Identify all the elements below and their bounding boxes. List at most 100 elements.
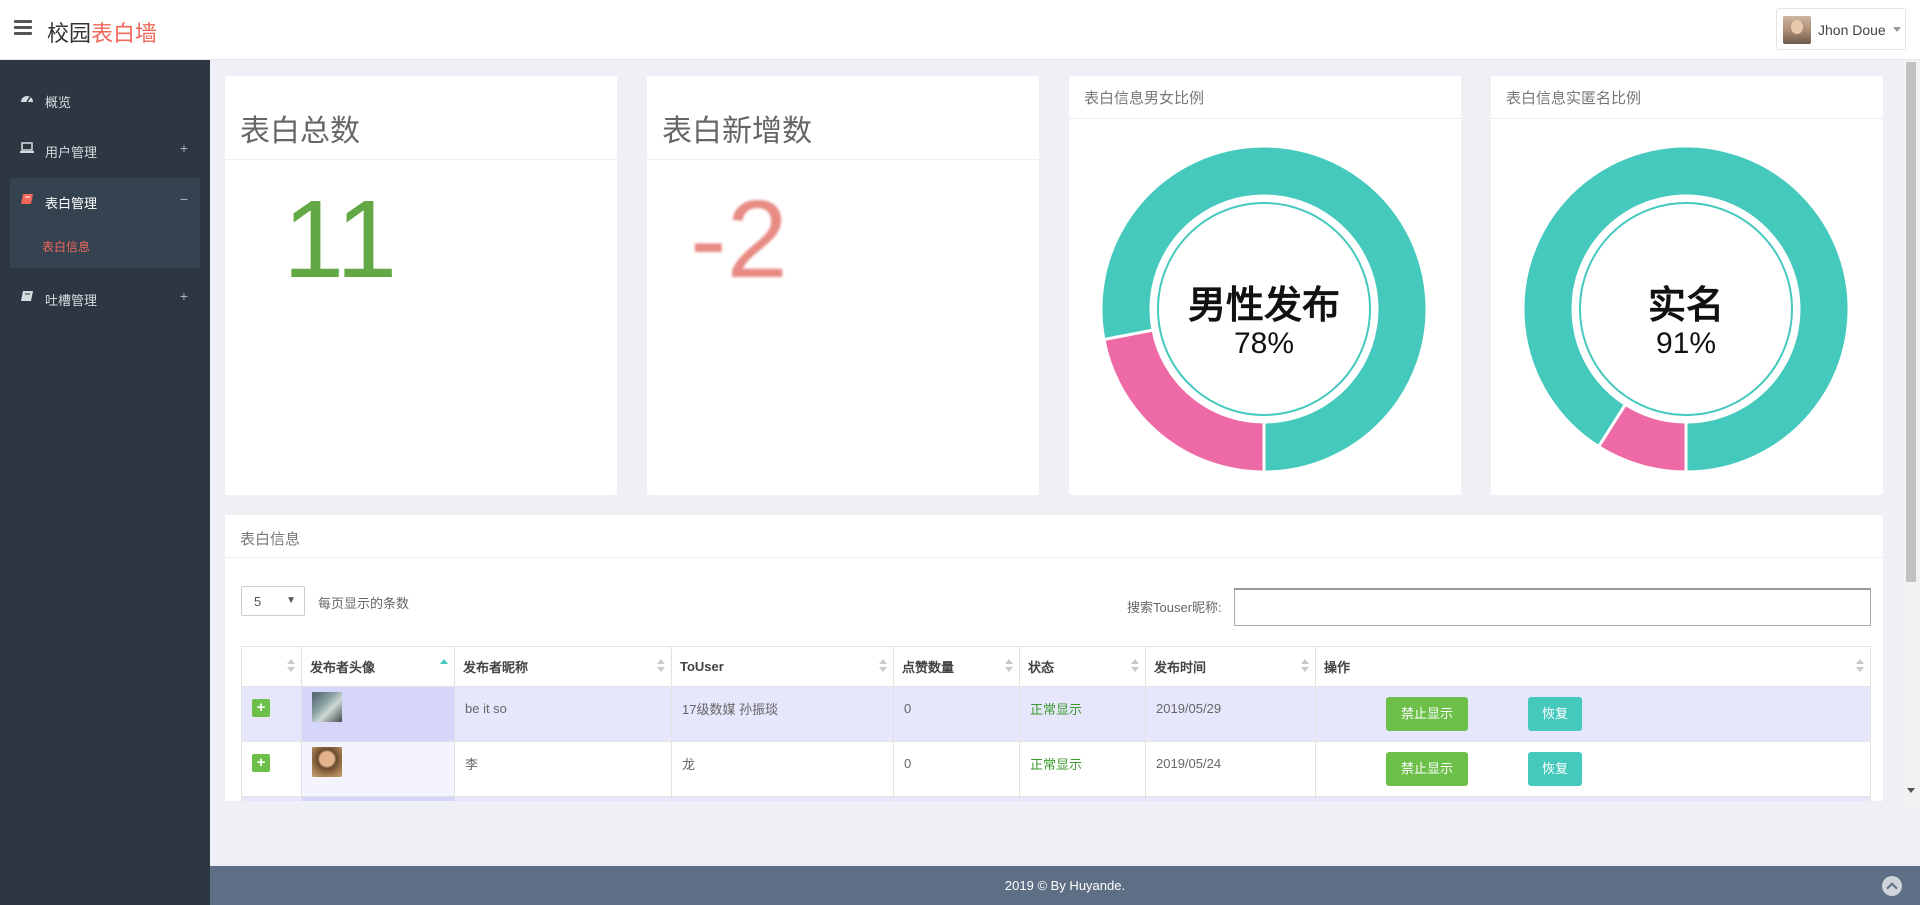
column-header-expand[interactable] (241, 646, 302, 687)
sidebar-item-label: 吐槽管理 (45, 293, 98, 308)
status-badge: 正常显示 (1030, 756, 1083, 772)
likes-cell: 0 (893, 686, 1020, 742)
chevron-down-icon: ▼ (286, 595, 296, 606)
sidebar-item-overview[interactable]: 概览 (10, 79, 200, 119)
sort-icon (1131, 659, 1139, 673)
search-label: 搜索Touser昵称: (1127, 600, 1222, 615)
expand-cell: + (241, 686, 302, 742)
actions-cell (1315, 796, 1871, 801)
panel-title: 表白信息男女比例 (1084, 89, 1205, 107)
column-header-actions[interactable]: 操作 (1315, 646, 1871, 687)
likes-cell (893, 796, 1020, 801)
page-length-value: 5 (254, 594, 262, 609)
donut-center-label: 男性发布 (1187, 283, 1340, 327)
sidebar-item-complaint-management[interactable]: 吐槽管理 + (10, 277, 200, 317)
expand-cell: + (241, 741, 302, 797)
avatar (312, 692, 342, 723)
laptop-icon (20, 142, 34, 154)
dashboard-icon (20, 92, 34, 104)
divider (647, 159, 1039, 160)
sort-icon (287, 659, 295, 673)
user-name: Jhon Doue (1818, 22, 1886, 38)
avatar-cell (301, 741, 455, 797)
column-header-touser[interactable]: ToUser (671, 646, 894, 687)
touser-cell: 17级数媒 孙振琰 (671, 686, 894, 742)
status-cell: 正常显示 (1019, 686, 1146, 742)
column-header-nickname[interactable]: 发布者昵称 (454, 646, 672, 687)
column-header-avatar[interactable]: 发布者头像 (301, 646, 455, 687)
ban-display-button[interactable]: 禁止显示 (1386, 752, 1468, 786)
donut-center-label: 实名 (1647, 283, 1724, 327)
brand-prefix: 校园 (47, 22, 92, 47)
panel-title: 表白总数 (240, 114, 360, 149)
hamburger-menu-icon[interactable] (14, 20, 32, 36)
status-cell: 正常显示 (1019, 741, 1146, 797)
sidebar-subitem-confession-info[interactable]: 表白信息 (42, 238, 90, 255)
sidebar-item-confession-management[interactable]: 表白管理 − (10, 180, 200, 220)
date-cell (1145, 796, 1316, 801)
caret-down-icon (1893, 27, 1901, 32)
table-header-row: 发布者头像 发布者昵称 ToUser 点赞数量 状态 发布时间 操作 (241, 646, 1871, 687)
nickname-cell: 李 (454, 741, 672, 797)
avatar-cell (301, 796, 455, 801)
divider (1069, 118, 1461, 119)
page-length-select[interactable]: 5 ▼ (241, 586, 305, 616)
realname-donut-chart: 实名 91% (1521, 144, 1851, 474)
sidebar-item-label: 表白管理 (45, 196, 98, 211)
expand-plus-icon[interactable]: + (252, 754, 270, 773)
new-confessions-panel: 表白新增数 -2 (647, 76, 1039, 495)
ban-display-button[interactable]: 禁止显示 (1386, 697, 1468, 731)
total-confessions-panel: 表白总数 11 (225, 76, 617, 495)
table-row (241, 796, 1871, 801)
table-row: + be it so 17级数媒 孙振琰 0 正常显示 2019/05/29 禁… (241, 686, 1871, 742)
sort-icon (879, 659, 887, 673)
date-cell: 2019/05/29 (1145, 686, 1316, 742)
sidebar-item-label: 概览 (45, 95, 72, 110)
panel-title: 表白信息 (240, 530, 301, 548)
divider (1491, 118, 1883, 119)
page-length-label: 每页显示的条数 (318, 596, 410, 611)
top-bar: 校园表白墙 Jhon Doue (0, 0, 1920, 60)
panel-title: 表白信息实匿名比例 (1506, 89, 1642, 107)
brand-accent: 表白墙 (91, 22, 158, 47)
page-scrollbar[interactable] (1902, 60, 1920, 805)
expand-plus-icon: + (179, 140, 188, 156)
nickname-cell (454, 796, 672, 801)
nickname-cell: be it so (454, 686, 672, 742)
total-count-value: 11 (283, 178, 398, 301)
expand-cell (241, 796, 302, 801)
sidebar: 概览 用户管理 + 表白管理 − 表白信息 吐槽管理 + (0, 60, 210, 905)
gender-donut-chart: 男性发布 78% (1099, 144, 1429, 474)
book-icon (20, 290, 34, 302)
sort-asc-icon (440, 659, 448, 673)
confession-table-panel: 表白信息 5 ▼ 每页显示的条数 搜索Touser昵称: 发布者头像 发布者昵称… (225, 515, 1883, 801)
column-header-date[interactable]: 发布时间 (1145, 646, 1316, 687)
avatar-cell (301, 686, 455, 742)
actions-cell: 禁止显示 恢复 (1315, 686, 1871, 742)
sort-icon (1856, 659, 1864, 673)
column-header-status[interactable]: 状态 (1019, 646, 1146, 687)
sort-icon (657, 659, 665, 673)
scrollbar-thumb[interactable] (1906, 62, 1916, 582)
column-header-likes[interactable]: 点赞数量 (893, 646, 1020, 687)
confession-table: 发布者头像 发布者昵称 ToUser 点赞数量 状态 发布时间 操作 + be … (241, 646, 1871, 801)
back-to-top-icon[interactable] (1882, 876, 1902, 896)
actions-cell: 禁止显示 恢复 (1315, 741, 1871, 797)
divider (225, 159, 617, 160)
restore-button[interactable]: 恢复 (1528, 697, 1582, 731)
divider (225, 557, 1883, 558)
restore-button[interactable]: 恢复 (1528, 752, 1582, 786)
sidebar-item-user-management[interactable]: 用户管理 + (10, 129, 200, 169)
user-menu-button[interactable]: Jhon Doue (1776, 8, 1906, 50)
search-input[interactable] (1234, 588, 1871, 626)
sort-icon (1005, 659, 1013, 673)
donut-center-percent: 91% (1655, 327, 1717, 360)
new-count-value: -2 (690, 178, 788, 301)
expand-plus-icon[interactable]: + (252, 699, 270, 718)
donut-center-percent: 78% (1233, 327, 1295, 360)
brand-title[interactable]: 校园表白墙 (47, 16, 157, 48)
likes-cell: 0 (893, 741, 1020, 797)
footer-copyright: 2019 © By Huyande. (1004, 878, 1126, 893)
table-row: + 李 龙 0 正常显示 2019/05/24 禁止显示 恢复 (241, 741, 1871, 797)
scroll-down-arrow-icon[interactable] (1907, 788, 1915, 793)
